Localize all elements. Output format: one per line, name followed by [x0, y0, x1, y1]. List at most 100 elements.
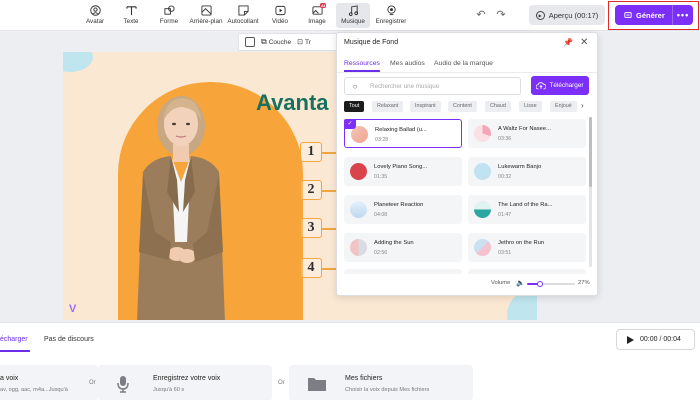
music-icon	[347, 4, 359, 16]
background-icon	[200, 4, 212, 16]
text-icon	[125, 4, 137, 16]
track-name: Jethro on the Run	[498, 240, 545, 246]
record-voice-title: Enregistrez votre voix	[153, 375, 221, 382]
video-icon	[274, 4, 286, 16]
volume-slider-handle[interactable]	[536, 281, 543, 287]
slide-number-4[interactable]: 4	[300, 258, 322, 278]
chip-playful[interactable]: Enjoué	[550, 101, 577, 112]
redo-icon[interactable]: ↷	[495, 9, 507, 21]
track-card[interactable]: Lovely Piano Song... 01:35	[344, 157, 462, 186]
track-duration: 04:08	[374, 212, 388, 218]
preview-label: Aperçu (00:17)	[548, 10, 599, 20]
close-icon[interactable]: ✕	[580, 37, 588, 48]
chip-warm[interactable]: Chaud	[485, 101, 511, 112]
more-options-button[interactable]: •••	[673, 10, 693, 20]
tool-image-label: Image	[308, 18, 326, 25]
watermark-logo: V	[69, 303, 76, 315]
checkbox-square-icon[interactable]	[245, 37, 255, 47]
tool-text[interactable]: Texte	[114, 3, 148, 28]
undo-icon[interactable]: ↶	[475, 9, 487, 21]
tool-avatar-label: Avatar	[85, 18, 105, 25]
pin-icon[interactable]: 📌	[563, 38, 573, 47]
playback-timer-button[interactable]: 00:00 / 00:04	[616, 329, 695, 350]
tool-background-label: Arrière-plan	[189, 18, 223, 25]
microphone-icon	[117, 376, 129, 393]
play-icon	[627, 335, 634, 344]
ai-badge: AI	[320, 3, 326, 8]
tool-music[interactable]: Musique	[336, 3, 370, 28]
avatar-icon	[89, 4, 101, 16]
upload-voice-card[interactable]: a voix av, ogg, aac, m4a...Jusqu'à	[0, 365, 98, 400]
avatar-person[interactable]	[121, 82, 241, 320]
chip-smooth[interactable]: Lisse	[519, 101, 542, 112]
track-card[interactable]: A Waltz For Nasee... 03:36	[468, 119, 586, 148]
sticker-icon	[237, 4, 249, 16]
speaker-icon[interactable]: 🔈	[516, 279, 525, 287]
generate-button[interactable]: Générer	[615, 5, 673, 25]
track-duration: 00:32	[498, 174, 512, 180]
track-card[interactable]: Adding the Sun 02:56	[344, 233, 462, 262]
track-thumbnail	[474, 239, 491, 256]
track-thumbnail	[350, 163, 367, 180]
tab-no-speech[interactable]: Pas de discours	[44, 336, 94, 343]
preview-button[interactable]: ▶ Aperçu (00:17)	[529, 5, 605, 25]
element-subbar: ⧉ Couche ⊡ Tr	[238, 33, 342, 51]
generate-button-group: Générer •••	[615, 5, 693, 25]
track-card[interactable]: Jethro on the Run 03:51	[468, 233, 586, 262]
record-voice-card[interactable]: Enregistrez votre voix Jusqu'à 60 s	[98, 365, 272, 400]
track-thumbnail	[474, 201, 491, 218]
top-toolbar: Avatar Texte Forme Arrière-plan Autocoll…	[0, 0, 700, 31]
decor-circle-top	[63, 52, 93, 72]
track-thumbnail	[350, 239, 367, 256]
my-files-card[interactable]: Mes fichiers Choisir la voix depuis Mes …	[289, 365, 473, 400]
track-card[interactable]: Lukewarm Banjo 00:32	[468, 157, 586, 186]
track-name: Planeteer Reaction	[374, 202, 424, 208]
tool-background[interactable]: Arrière-plan	[189, 3, 223, 28]
tool-shape[interactable]: Forme	[152, 3, 186, 28]
generate-icon	[624, 12, 632, 18]
track-card-partial	[468, 269, 586, 274]
tool-sticker[interactable]: Autocollant	[226, 3, 260, 28]
shape-icon	[163, 4, 175, 16]
track-name: The Land of the Ra...	[498, 202, 553, 208]
slide-number-3[interactable]: 3	[300, 218, 322, 238]
track-card[interactable]: The Land of the Ra... 01:47	[468, 195, 586, 224]
track-card[interactable]: Planeteer Reaction 04:08	[344, 195, 462, 224]
upload-music-button[interactable]: Télécharger	[531, 76, 589, 95]
slide-title[interactable]: Avanta	[256, 90, 329, 116]
or-separator: Or	[278, 380, 285, 386]
track-duration: 01:47	[498, 212, 512, 218]
transition-icon: ⊡	[297, 39, 303, 46]
my-files-title: Mes fichiers	[345, 375, 383, 382]
generate-label: Générer	[636, 10, 665, 20]
upload-voice-formats: av, ogg, aac, m4a...Jusqu'à	[0, 387, 68, 393]
volume-slider[interactable]	[527, 281, 575, 287]
tool-shape-label: Forme	[159, 18, 179, 25]
chevron-right-icon[interactable]: ›	[581, 101, 584, 110]
chip-happy[interactable]: Content	[448, 101, 477, 112]
scrollbar-thumb[interactable]	[589, 117, 592, 187]
track-card[interactable]: Relaxing Ballad (u... 03:28 ✓	[344, 119, 462, 148]
track-duration: 03:28	[375, 137, 389, 143]
or-separator: Or	[89, 380, 96, 386]
chip-relaxing[interactable]: Relaxant	[372, 101, 404, 112]
music-search-input[interactable]	[370, 82, 520, 90]
transition-button[interactable]: ⊡ Tr	[297, 38, 311, 47]
volume-label: Volume	[491, 280, 511, 286]
tab-brand-audio[interactable]: Audio de la marque	[434, 60, 493, 67]
track-name: A Waltz For Nasee...	[498, 126, 551, 132]
cloud-upload-icon	[536, 81, 547, 89]
slide-number-2[interactable]: 2	[300, 180, 322, 200]
tool-image[interactable]: AI Image	[300, 3, 334, 28]
tab-resources[interactable]: Ressources	[344, 60, 380, 67]
slide-number-1[interactable]: 1	[300, 142, 322, 162]
tool-avatar[interactable]: Avatar	[78, 3, 112, 28]
search-icon: ○	[352, 81, 358, 91]
tab-upload[interactable]: écharger	[0, 336, 28, 343]
chip-inspiring[interactable]: Inspirant	[410, 101, 441, 112]
chip-all[interactable]: Tout	[344, 101, 365, 112]
tab-my-audios[interactable]: Mes audios	[390, 60, 425, 67]
tool-video[interactable]: Vidéo	[263, 3, 297, 28]
tool-record[interactable]: Enregistrer	[374, 3, 408, 28]
layer-button[interactable]: Couche	[269, 39, 291, 46]
